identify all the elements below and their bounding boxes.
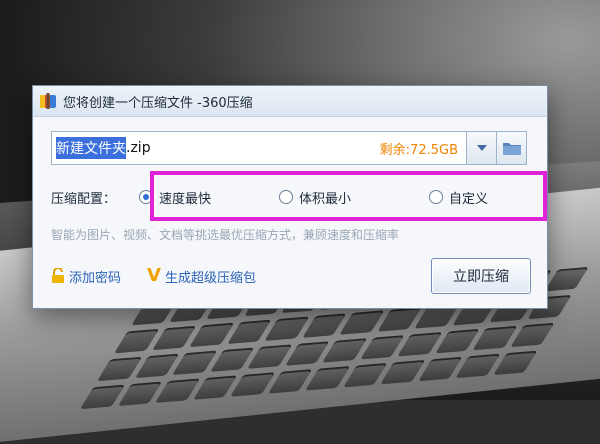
filename-selected-text: 新建文件夹 — [56, 137, 126, 159]
radio-button-checked[interactable] — [139, 190, 153, 204]
path-dropdown-button[interactable] — [467, 131, 497, 165]
radio-fastest-label: 速度最快 — [159, 191, 212, 207]
filename-text[interactable]: 新建文件夹 .zip — [56, 137, 151, 159]
action-row: 添加密码 V 生成超级压缩包 立即压缩 — [51, 258, 531, 294]
add-password-label: 添加密码 — [69, 270, 122, 286]
lock-icon — [52, 268, 64, 283]
compression-config-label: 压缩配置： — [51, 191, 117, 207]
radio-custom-label: 自定义 — [449, 191, 489, 207]
compression-config-row: 压缩配置： 速度最快 体积最小 自定义 — [51, 185, 531, 209]
compress-now-button[interactable]: 立即压缩 — [431, 258, 531, 294]
v-badge-icon: V — [147, 265, 161, 286]
filename-input[interactable]: 新建文件夹 .zip 剩余:72.5GB — [51, 131, 467, 165]
archive-app-icon — [39, 92, 57, 110]
compress-dialog: 您将创建一个压缩文件 -360压缩 新建文件夹 .zip 剩余:72.5GB 压… — [32, 85, 548, 309]
radio-custom[interactable]: 自定义 — [429, 188, 488, 207]
free-space-label: 剩余:72.5GB — [379, 142, 458, 158]
compression-hint-text: 智能为图片、视频、文档等挑选最优压缩方式，兼顾速度和压缩率 — [51, 228, 400, 242]
radio-button[interactable] — [429, 190, 444, 204]
radio-smallest-label: 体积最小 — [299, 191, 352, 207]
filename-extension: .zip — [126, 140, 151, 156]
super-package-label: 生成超级压缩包 — [164, 270, 256, 286]
window-title: 您将创建一个压缩文件 -360压缩 — [63, 95, 253, 111]
radio-button[interactable] — [279, 190, 294, 204]
title-bar[interactable]: 您将创建一个压缩文件 -360压缩 — [33, 86, 547, 117]
radio-smallest[interactable]: 体积最小 — [279, 188, 351, 207]
browse-folder-button[interactable] — [497, 131, 527, 165]
radio-fastest[interactable]: 速度最快 — [139, 188, 211, 207]
output-path-row: 新建文件夹 .zip 剩余:72.5GB — [51, 130, 527, 166]
add-password-link[interactable]: 添加密码 — [51, 267, 121, 286]
folder-icon — [502, 143, 521, 155]
chevron-down-icon — [476, 145, 487, 151]
super-package-link[interactable]: V 生成超级压缩包 — [147, 267, 256, 286]
